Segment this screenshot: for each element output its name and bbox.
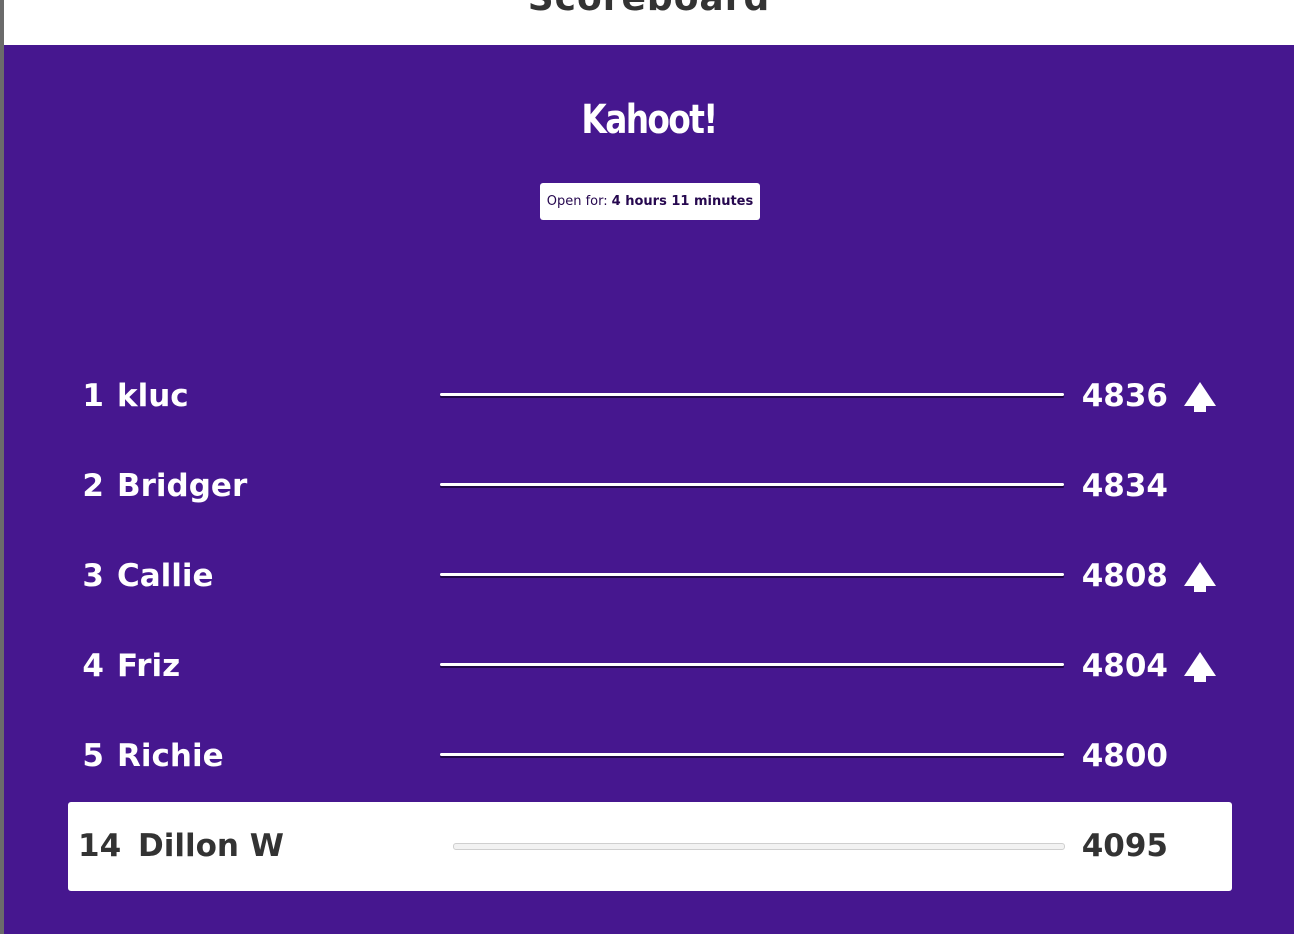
leaderboard-row: 3 Callie 4808 (68, 536, 1232, 616)
kahoot-logo: Kahoot! (581, 97, 718, 143)
player-rank: 1 (82, 378, 104, 414)
score-bar (440, 483, 1064, 486)
current-player-rank: 14 (78, 828, 122, 864)
scoreboard-panel: Kahoot! Open for: 4 hours 11 minutes 1 k… (4, 45, 1294, 934)
player-name: Bridger (117, 468, 248, 504)
up-arrow-icon (1184, 382, 1216, 412)
open-duration-badge: Open for: 4 hours 11 minutes (540, 183, 760, 220)
player-rank: 3 (82, 558, 104, 594)
score-bar (440, 753, 1064, 756)
leaderboard-row: 5 Richie 4800 (68, 716, 1232, 796)
player-rank: 5 (82, 738, 104, 774)
player-score: 4836 (1081, 378, 1168, 414)
player-name: Callie (117, 558, 214, 594)
leaderboard-row: 1 kluc 4836 (68, 356, 1232, 436)
leaderboard-row: 2 Bridger 4834 (68, 446, 1232, 526)
current-player-score-bar (453, 843, 1065, 850)
player-rank: 4 (82, 648, 104, 684)
current-player-score: 4095 (1081, 828, 1168, 864)
app-window: Scoreboard Kahoot! Open for: 4 hours 11 … (0, 0, 1294, 934)
score-bar (440, 663, 1064, 666)
current-player-name: Dillon W (138, 828, 284, 864)
player-name: kluc (117, 378, 189, 414)
player-name: Richie (117, 738, 224, 774)
up-arrow-icon (1184, 562, 1216, 592)
open-duration-value: 4 hours 11 minutes (611, 194, 754, 209)
current-player-row: 14 Dillon W 4095 (68, 802, 1232, 891)
player-name: Friz (117, 648, 181, 684)
score-bar (440, 393, 1064, 396)
up-arrow-icon (1184, 652, 1216, 682)
leaderboard-row: 4 Friz 4804 (68, 626, 1232, 706)
page-header: Scoreboard (4, 0, 1294, 45)
player-rank: 2 (82, 468, 104, 504)
player-score: 4800 (1081, 738, 1168, 774)
page-title: Scoreboard (4, 0, 1294, 19)
player-score: 4804 (1081, 648, 1168, 684)
score-bar (440, 573, 1064, 576)
open-duration-label: Open for: (546, 194, 608, 209)
player-score: 4834 (1081, 468, 1168, 504)
player-score: 4808 (1081, 558, 1168, 594)
